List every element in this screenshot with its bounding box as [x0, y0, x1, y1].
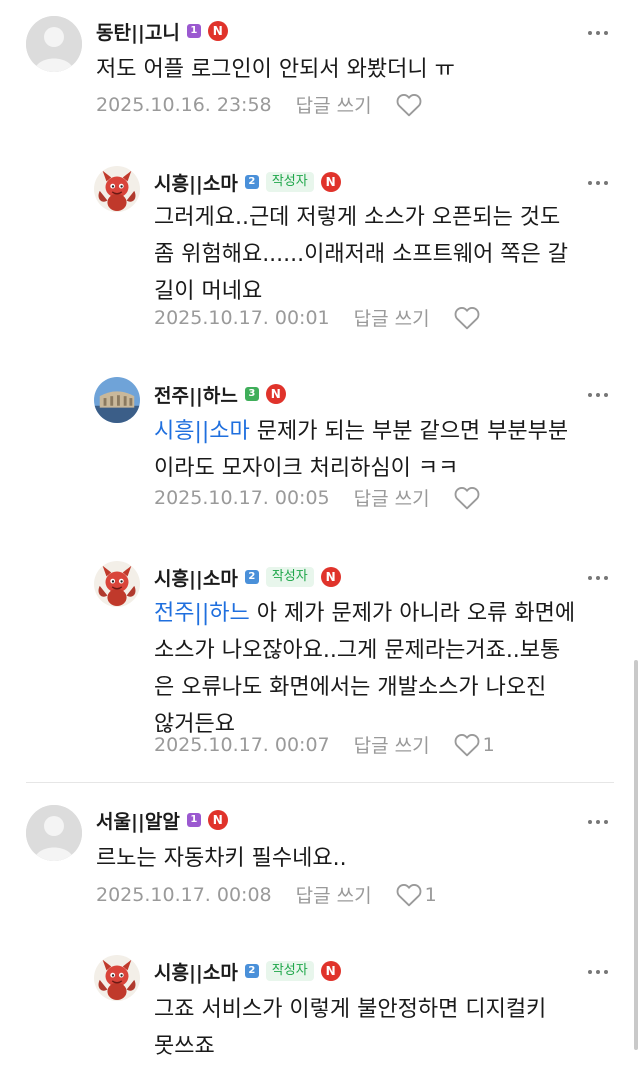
comment-text: 그죠 서비스가 이렇게 불안정하면 디지컬키 못쓰죠	[154, 991, 610, 1065]
naver-n-icon: N	[207, 810, 228, 830]
level-badge-icon: 2	[244, 175, 259, 189]
reply-button[interactable]: 답글 쓰기	[296, 881, 372, 908]
comment-text-line: 아 제가 문제가 아니라 오류 화면에	[249, 601, 576, 626]
heart-icon[interactable]	[396, 883, 422, 907]
comment-text: 전주||하느 아 제가 문제가 아니라 오류 화면에 소스가 나오잖아요..그게…	[154, 595, 610, 743]
like-count: 1	[424, 883, 437, 906]
nickname[interactable]: 시흥||소마	[154, 564, 238, 591]
more-dots-icon[interactable]	[588, 390, 608, 400]
comment-text: 그러게요..근데 저렇게 소스가 오픈되는 것도 좀 위험해요......이래저…	[154, 199, 610, 310]
comment-text-line: 소스가 나오잖아요..그게 문제라는거죠..보통	[154, 638, 561, 663]
reply-button[interactable]: 답글 쓰기	[354, 304, 430, 331]
comment-date: 2025.10.17. 00:07	[154, 733, 330, 756]
more-dots-icon[interactable]	[588, 817, 608, 827]
default-avatar-icon	[26, 16, 82, 72]
devil-avatar-icon	[94, 955, 140, 1001]
default-avatar-icon	[26, 805, 82, 861]
comment-text: 시흥||소마 문제가 되는 부분 같으면 부분부분 이라도 모자이크 처리하심이…	[154, 413, 610, 487]
level-badge-icon: 2	[244, 964, 259, 978]
nickname[interactable]: 시흥||소마	[154, 958, 238, 985]
level-badge-icon: 2	[244, 570, 259, 584]
comment-text-line: 이라도 모자이크 처리하심이 ㅋㅋ	[154, 456, 459, 481]
comment-date: 2025.10.17. 00:01	[154, 306, 330, 329]
nickname[interactable]: 동탄||고니	[96, 18, 180, 45]
comment-text-line: 좀 위험해요......이래저래 소프트웨어 쪽은 갈	[154, 242, 569, 267]
comment-text: 저도 어플 로그인이 안되서 와봤더니 ㅠ	[96, 57, 455, 82]
naver-n-icon: N	[320, 567, 341, 587]
nickname[interactable]: 서울||알알	[96, 807, 180, 834]
nickname[interactable]: 전주||하느	[154, 381, 238, 408]
avatar[interactable]	[94, 955, 140, 1001]
mention-link[interactable]: 시흥||소마	[154, 419, 250, 444]
naver-n-icon: N	[320, 961, 341, 981]
level-badge-icon: 1	[186, 24, 201, 38]
more-dots-icon[interactable]	[588, 28, 608, 38]
naver-n-icon: N	[320, 172, 341, 192]
comment-date: 2025.10.17. 00:05	[154, 486, 330, 509]
avatar[interactable]	[94, 166, 140, 212]
comment-text-line: 그러게요..근데 저렇게 소스가 오픈되는 것도	[154, 205, 561, 230]
avatar[interactable]	[26, 805, 82, 861]
more-dots-icon[interactable]	[588, 178, 608, 188]
avatar[interactable]	[94, 377, 140, 423]
reply-button[interactable]: 답글 쓰기	[354, 484, 430, 511]
more-dots-icon[interactable]	[588, 967, 608, 977]
heart-icon[interactable]	[396, 93, 422, 117]
comment-date: 2025.10.17. 00:08	[96, 883, 272, 906]
reply-button[interactable]: 답글 쓰기	[296, 91, 372, 118]
level-badge-icon: 3	[244, 387, 259, 401]
avatar[interactable]	[26, 16, 82, 72]
heart-icon[interactable]	[454, 733, 480, 757]
comment-text-line: 문제가 되는 부분 같으면 부분부분	[249, 419, 569, 444]
heart-icon[interactable]	[454, 306, 480, 330]
scrollbar[interactable]	[634, 660, 638, 1050]
avatar[interactable]	[94, 561, 140, 607]
comment-text-line: 은 오류나도 화면에서는 개발소스가 나오진	[154, 675, 547, 700]
nickname[interactable]: 시흥||소마	[154, 169, 238, 196]
devil-avatar-icon	[94, 166, 140, 212]
comment-text-line: 그죠 서비스가 이렇게 불안정하면 디지컬키	[154, 997, 547, 1022]
comment-text: 르노는 자동차키 필수네요..	[96, 846, 347, 871]
author-tag: 작성자	[265, 172, 314, 192]
level-badge-icon: 1	[186, 813, 201, 827]
mention-link[interactable]: 전주||하느	[154, 601, 250, 626]
devil-avatar-icon	[94, 561, 140, 607]
photo-avatar-icon	[94, 377, 140, 423]
reply-button[interactable]: 답글 쓰기	[354, 731, 430, 758]
heart-icon[interactable]	[454, 486, 480, 510]
comment-text-line: 못쓰죠	[154, 1034, 215, 1059]
author-tag: 작성자	[265, 961, 314, 981]
divider	[26, 782, 614, 783]
comment-date: 2025.10.16. 23:58	[96, 93, 272, 116]
like-count: 1	[482, 733, 495, 756]
naver-n-icon: N	[265, 384, 286, 404]
author-tag: 작성자	[265, 567, 314, 587]
more-dots-icon[interactable]	[588, 573, 608, 583]
naver-n-icon: N	[207, 21, 228, 41]
